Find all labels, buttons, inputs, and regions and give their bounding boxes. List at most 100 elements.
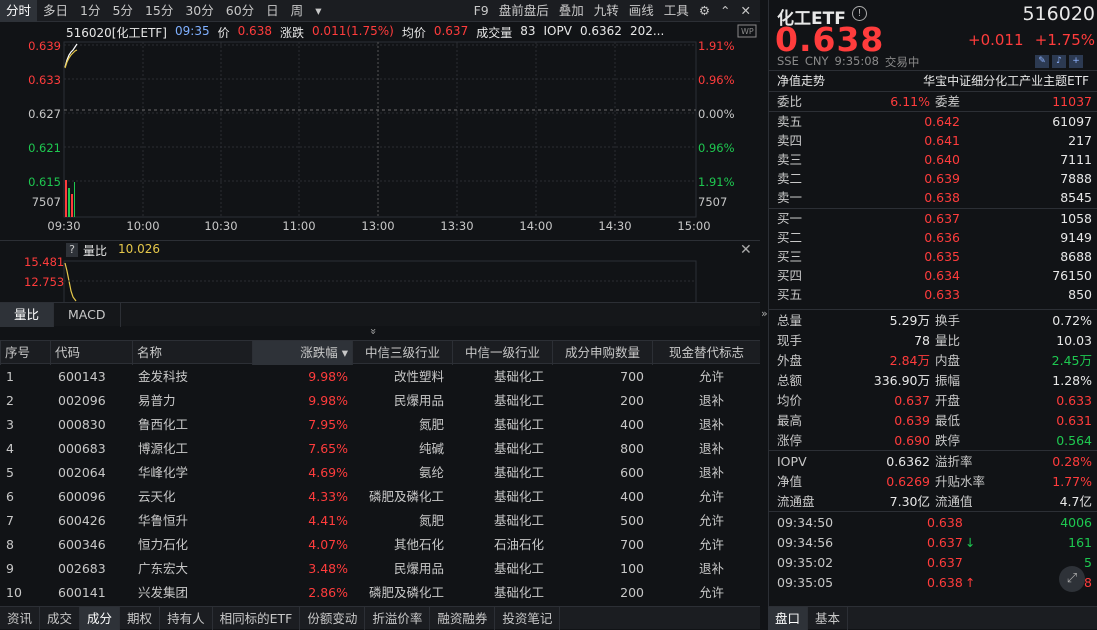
bottom-tab[interactable]: 成分 bbox=[80, 607, 121, 630]
edit-icon[interactable]: ✎ bbox=[1035, 55, 1049, 68]
side-collapse-icon[interactable]: » bbox=[761, 307, 768, 320]
bids-price: 0.637 bbox=[924, 211, 960, 226]
bell-icon[interactable]: ♪ bbox=[1052, 55, 1066, 68]
table-row[interactable]: 10 600141 兴发集团 2.86% 磷肥及磷化工 基础化工 200 允许 bbox=[0, 581, 760, 605]
column-header[interactable]: 成分申购数量 bbox=[552, 341, 652, 365]
bottom-tab[interactable]: 份额变动 bbox=[300, 607, 366, 630]
toolbar-button[interactable]: F9 bbox=[469, 0, 494, 22]
column-header[interactable]: 代码 bbox=[50, 341, 132, 365]
bottom-tab[interactable]: 资讯 bbox=[0, 607, 41, 630]
y-axis-left-label: 7507 bbox=[32, 195, 61, 209]
toolbar-button[interactable]: 工具 bbox=[659, 0, 694, 22]
stats-row: 最高 0.639 最低 0.631 bbox=[769, 411, 1097, 430]
bottom-tab[interactable]: 折溢价率 bbox=[365, 607, 431, 630]
toolbar-button[interactable]: 盘前盘后 bbox=[494, 0, 554, 22]
y-axis-left-label: 0.633 bbox=[28, 73, 61, 87]
asks-row[interactable]: 卖三 0.640 7111 bbox=[769, 150, 1097, 169]
table-row[interactable]: 6 600096 云天化 4.33% 磷肥及磷化工 基础化工 400 允许 bbox=[0, 485, 760, 509]
stats-value: 0.637 bbox=[894, 393, 930, 408]
nav-trend-link[interactable]: 净值走势 bbox=[777, 72, 825, 89]
quote-panel: 化工ETF ! 516020 0.638 +0.011 +1.75% SSE C… bbox=[768, 0, 1097, 629]
bids-label: 买五 bbox=[777, 287, 803, 302]
period-tab[interactable]: 多日 bbox=[37, 0, 74, 22]
period-tab[interactable]: 15分 bbox=[139, 0, 179, 22]
tab-macd[interactable]: MACD bbox=[54, 303, 121, 327]
components-table-header: 序号 代码 名称 涨跌幅 ▾ 中信三级行业 中信一级行业 成分申购数量 现金替代标志 bbox=[0, 340, 760, 365]
stats-label: 现手 bbox=[777, 333, 803, 348]
bids-row[interactable]: 买四 0.634 76150 bbox=[769, 266, 1097, 285]
table-cell: 氨纶 bbox=[418, 465, 444, 480]
bottom-tab[interactable]: 融资融券 bbox=[430, 607, 496, 630]
table-cell: 3 bbox=[6, 417, 14, 432]
column-header[interactable]: 中信三级行业 bbox=[352, 341, 452, 365]
collapse-icon[interactable]: » bbox=[367, 328, 380, 335]
column-header[interactable]: 涨跌幅 ▾ bbox=[252, 341, 352, 365]
period-tab[interactable]: 5分 bbox=[106, 0, 138, 22]
table-cell: 易普力 bbox=[138, 393, 176, 408]
toolbar-button[interactable]: 画线 bbox=[624, 0, 659, 22]
table-row[interactable]: 3 000830 鲁西化工 7.95% 氮肥 基础化工 400 退补 bbox=[0, 413, 760, 437]
column-header[interactable]: 序号 bbox=[0, 341, 50, 365]
tick-price: 0.637 bbox=[927, 555, 963, 570]
intraday-chart[interactable]: 0.639 1.91% 0.633 0.96% 0.627 0.00% 0.621 0.96%… bbox=[0, 22, 760, 240]
tick-row: 09:35:050.638↑78 bbox=[769, 573, 1097, 592]
chart-avg: 0.637 bbox=[433, 24, 469, 38]
bids-row[interactable]: 买三 0.635 8688 bbox=[769, 247, 1097, 266]
table-cell: 博源化工 bbox=[138, 441, 189, 456]
period-tab[interactable]: 1分 bbox=[74, 0, 106, 22]
table-row[interactable]: 7 600426 华鲁恒升 4.41% 氮肥 基础化工 500 允许 bbox=[0, 509, 760, 533]
period-tab[interactable]: 30分 bbox=[179, 0, 219, 22]
table-row[interactable]: 2 002096 易普力 9.98% 民爆用品 基础化工 200 退补 bbox=[0, 389, 760, 413]
table-cell: 华峰化学 bbox=[138, 465, 189, 480]
bottom-tab[interactable]: 持有人 bbox=[160, 607, 213, 630]
tab-volume-ratio[interactable]: 量比 bbox=[0, 303, 55, 327]
period-tab[interactable]: 分时 bbox=[0, 0, 38, 22]
volume-ratio-value: 10.026 bbox=[118, 242, 160, 256]
up-icon[interactable]: ⌃ bbox=[715, 0, 735, 22]
chart-change-label: 涨跌 bbox=[279, 26, 304, 40]
period-tab[interactable]: 周 bbox=[285, 0, 310, 22]
x-axis-label: 14:00 bbox=[519, 219, 552, 233]
table-row[interactable]: 8 600346 恒力石化 4.07% 其他石化 石油石化 700 允许 bbox=[0, 533, 760, 557]
stats-value: 2.45万 bbox=[1051, 353, 1092, 368]
bottom-tab[interactable]: 相同标的ETF bbox=[213, 607, 301, 630]
table-row[interactable]: 9 002683 广东宏大 3.48% 民爆用品 基础化工 100 退补 bbox=[0, 557, 760, 581]
bids-price: 0.634 bbox=[924, 268, 960, 283]
bids-row[interactable]: 买五 0.633 850 bbox=[769, 285, 1097, 304]
column-header[interactable]: 中信一级行业 bbox=[452, 341, 552, 365]
bids-label: 买三 bbox=[777, 249, 803, 264]
period-more-icon[interactable]: ▾ bbox=[309, 0, 327, 22]
close-icon[interactable]: ✕ bbox=[740, 242, 752, 258]
toolbar-button[interactable]: 九转 bbox=[589, 0, 624, 22]
asks-row[interactable]: 卖四 0.641 217 bbox=[769, 131, 1097, 150]
more-icon[interactable]: + bbox=[1069, 55, 1083, 68]
bottom-tab[interactable]: 期权 bbox=[120, 607, 161, 630]
asks-row[interactable]: 卖五 0.642 61097 bbox=[769, 112, 1097, 131]
toolbar-button[interactable]: 叠加 bbox=[554, 0, 589, 22]
y-axis-left-label: 0.621 bbox=[28, 141, 61, 155]
quote-tab[interactable]: 基本 bbox=[808, 607, 849, 630]
help-icon[interactable]: ? bbox=[66, 243, 78, 257]
info-icon[interactable]: ! bbox=[852, 6, 867, 21]
bottom-tab[interactable]: 投资笔记 bbox=[495, 607, 561, 630]
column-header[interactable]: 名称 bbox=[132, 341, 252, 365]
stats2-label: 流通盘 bbox=[777, 494, 815, 509]
table-row[interactable]: 4 000683 博源化工 7.65% 纯碱 基础化工 800 退补 bbox=[0, 437, 760, 461]
bids-row[interactable]: 买二 0.636 9149 bbox=[769, 228, 1097, 247]
period-tab[interactable]: 日 bbox=[260, 0, 285, 22]
asks-row[interactable]: 卖一 0.638 8545 bbox=[769, 188, 1097, 207]
column-header[interactable]: 现金替代标志 bbox=[652, 341, 760, 365]
period-tab[interactable]: 60分 bbox=[220, 0, 260, 22]
stats2-value: 0.28% bbox=[1052, 454, 1092, 469]
quote-pct: +1.75% bbox=[1034, 31, 1095, 49]
table-row[interactable]: 1 600143 金发科技 9.98% 改性塑料 基础化工 700 允许 bbox=[0, 365, 760, 389]
table-row[interactable]: 5 002064 华峰化学 4.69% 氨纶 基础化工 600 退补 bbox=[0, 461, 760, 485]
quote-tab[interactable]: 盘口 bbox=[768, 607, 809, 630]
asks-row[interactable]: 卖二 0.639 7888 bbox=[769, 169, 1097, 188]
bottom-tab[interactable]: 成交 bbox=[40, 607, 81, 630]
chart-iopv-label: IOPV bbox=[543, 24, 572, 38]
expand-icon[interactable]: ⤢ bbox=[1059, 566, 1085, 592]
bids-row[interactable]: 买一 0.637 1058 bbox=[769, 209, 1097, 228]
close-icon[interactable]: ✕ bbox=[736, 0, 756, 22]
gear-icon[interactable]: ⚙ bbox=[694, 0, 715, 22]
